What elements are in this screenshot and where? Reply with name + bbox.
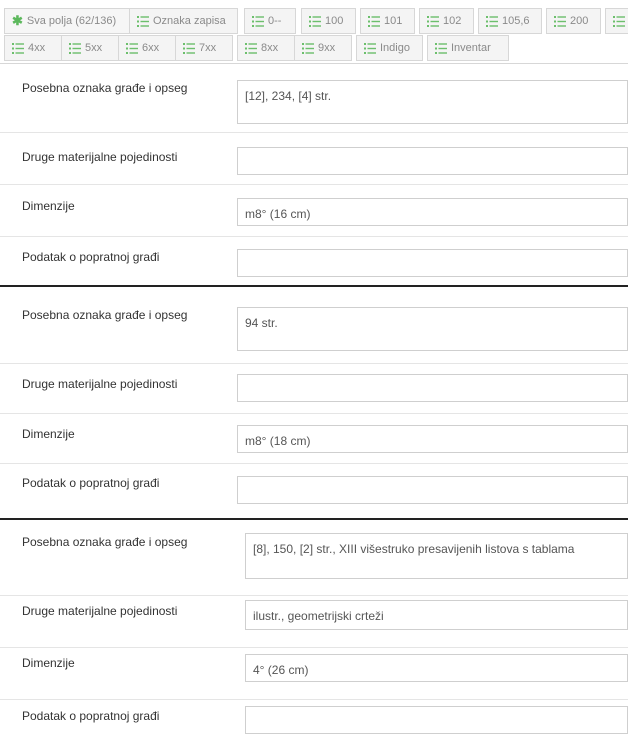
extent-field[interactable]: 94 str. xyxy=(237,307,628,351)
record-block-2: Posebna oznaka građe i opseg 94 str. Dru… xyxy=(0,285,628,504)
field-group-tabs: ✱ Sva polja (62/136) Oznaka zapisa 0-- 10… xyxy=(0,0,628,64)
extent-row: Posebna oznaka građe i opseg [12], 234, … xyxy=(0,64,628,132)
dimensions-label: Dimenzije xyxy=(22,427,75,441)
accompanying-material-field[interactable] xyxy=(237,476,628,504)
other-details-row: Druge materijalne pojedinosti xyxy=(0,132,628,185)
record-block-3: Posebna oznaka građe i opseg [8], 150, [… xyxy=(0,518,628,734)
dimensions-row: Dimenzije m8° (16 cm) xyxy=(0,184,628,237)
other-details-row: Druge materijalne pojedinosti xyxy=(0,363,628,414)
list-icon xyxy=(364,42,376,54)
extent-field[interactable]: [12], 234, [4] str. xyxy=(237,80,628,124)
accompanying-material-label: Podatak o popratnoj građi xyxy=(22,709,160,723)
other-details-row: Druge materijalne pojedinosti ilustr., g… xyxy=(0,595,628,648)
asterisk-icon: ✱ xyxy=(12,13,23,29)
dimensions-field[interactable]: m8° (18 cm) xyxy=(237,425,628,453)
tab-105-6[interactable]: 105,6 xyxy=(478,8,542,34)
dimensions-field[interactable]: 4° (26 cm) xyxy=(245,654,628,682)
tab-0xx[interactable]: 0-- xyxy=(244,8,296,34)
accompanying-material-field[interactable] xyxy=(237,249,628,277)
list-icon xyxy=(126,42,138,54)
list-icon xyxy=(12,42,24,54)
other-details-label: Druge materijalne pojedinosti xyxy=(22,604,178,618)
tab-5xx[interactable]: 5xx xyxy=(61,35,119,61)
accompanying-material-label: Podatak o popratnoj građi xyxy=(22,476,160,490)
accompanying-material-field[interactable] xyxy=(245,706,628,734)
extent-row: Posebna oznaka građe i opseg 94 str. xyxy=(0,287,628,363)
extent-row: Posebna oznaka građe i opseg [8], 150, [… xyxy=(0,520,628,595)
dimensions-label: Dimenzije xyxy=(22,199,75,213)
list-icon xyxy=(486,15,498,27)
list-icon xyxy=(427,15,439,27)
tab-6xx[interactable]: 6xx xyxy=(118,35,176,61)
list-icon xyxy=(309,15,321,27)
tab-overflow[interactable] xyxy=(605,8,628,34)
tab-all-fields[interactable]: ✱ Sva polja (62/136) xyxy=(4,8,130,34)
extent-label: Posebna oznaka građe i opseg xyxy=(22,308,188,322)
tab-7xx[interactable]: 7xx xyxy=(175,35,233,61)
tab-100[interactable]: 100 xyxy=(301,8,356,34)
extent-field[interactable]: [8], 150, [2] str., XIII višestruko pres… xyxy=(245,533,628,579)
tab-8xx[interactable]: 8xx xyxy=(237,35,295,61)
tab-101[interactable]: 101 xyxy=(360,8,415,34)
list-icon xyxy=(302,42,314,54)
list-icon xyxy=(183,42,195,54)
list-icon xyxy=(69,42,81,54)
dimensions-label: Dimenzije xyxy=(22,656,75,670)
tab-102[interactable]: 102 xyxy=(419,8,474,34)
extent-label: Posebna oznaka građe i opseg xyxy=(22,535,188,549)
accompanying-material-row: Podatak o popratnoj građi xyxy=(0,699,628,738)
other-details-label: Druge materijalne pojedinosti xyxy=(22,150,178,164)
list-icon xyxy=(245,42,257,54)
accompanying-material-row: Podatak o popratnoj građi xyxy=(0,463,628,519)
tab-indigo[interactable]: Indigo xyxy=(356,35,423,61)
accompanying-material-label: Podatak o popratnoj građi xyxy=(22,250,160,264)
list-icon xyxy=(137,15,149,27)
record-block-1: Posebna oznaka građe i opseg [12], 234, … xyxy=(0,63,628,277)
dimensions-field[interactable]: m8° (16 cm) xyxy=(237,198,628,226)
accompanying-material-row: Podatak o popratnoj građi xyxy=(0,236,628,287)
other-details-field[interactable] xyxy=(237,147,628,175)
tab-200[interactable]: 200 xyxy=(546,8,601,34)
list-icon xyxy=(613,15,625,27)
dimensions-row: Dimenzije m8° (18 cm) xyxy=(0,413,628,464)
other-details-field[interactable]: ilustr., geometrijski crteži xyxy=(245,600,628,630)
extent-label: Posebna oznaka građe i opseg xyxy=(22,81,188,95)
tab-9xx[interactable]: 9xx xyxy=(294,35,352,61)
dimensions-row: Dimenzije 4° (26 cm) xyxy=(0,647,628,700)
other-details-label: Druge materijalne pojedinosti xyxy=(22,377,178,391)
list-icon xyxy=(554,15,566,27)
tab-4xx[interactable]: 4xx xyxy=(4,35,62,61)
tab-record-label[interactable]: Oznaka zapisa xyxy=(129,8,238,34)
list-icon xyxy=(435,42,447,54)
tab-inventar[interactable]: Inventar xyxy=(427,35,509,61)
other-details-field[interactable] xyxy=(237,374,628,402)
list-icon xyxy=(368,15,380,27)
list-icon xyxy=(252,15,264,27)
